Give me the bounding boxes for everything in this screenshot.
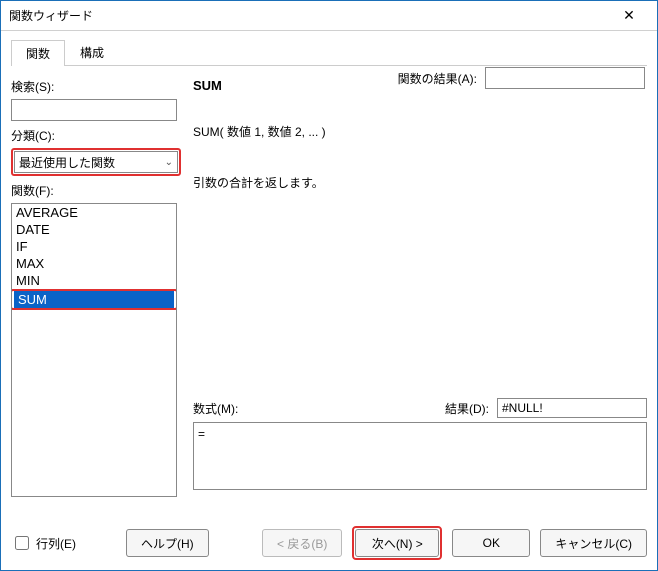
content-area: 関数の結果(A): 関数 構成 検索(S): 分類(C): 最近使用した関数 ⌄… [1, 31, 657, 570]
matrix-label: 行列(E) [36, 535, 76, 552]
chevron-down-icon: ⌄ [165, 157, 173, 168]
list-item-selected[interactable]: SUM [14, 291, 174, 308]
list-item[interactable]: MAX [12, 255, 176, 272]
selection-highlight: SUM [11, 289, 177, 310]
help-button[interactable]: ヘルプ(H) [126, 529, 209, 557]
window-title: 関数ウィザード [9, 7, 609, 24]
list-item[interactable]: AVERAGE [12, 204, 176, 221]
function-wizard-window: 関数ウィザード ✕ 関数の結果(A): 関数 構成 検索(S): 分類(C): … [0, 0, 658, 571]
formula-textarea[interactable]: = [193, 422, 647, 490]
cancel-button[interactable]: キャンセル(C) [540, 529, 647, 557]
formula-label: 数式(M): [193, 400, 238, 417]
category-value: 最近使用した関数 [19, 154, 115, 171]
tab-bar: 関数 構成 [11, 39, 647, 66]
ok-button[interactable]: OK [452, 529, 530, 557]
category-dropdown[interactable]: 最近使用した関数 ⌄ [14, 151, 178, 173]
function-list[interactable]: AVERAGE DATE IF MAX MIN SUM [11, 203, 177, 497]
search-input[interactable] [11, 99, 177, 121]
close-icon[interactable]: ✕ [609, 7, 649, 24]
next-button[interactable]: 次へ(N) > [355, 529, 439, 557]
result-field[interactable] [497, 398, 647, 418]
main-area: 検索(S): 分類(C): 最近使用した関数 ⌄ 関数(F): AVERAGE … [11, 72, 647, 514]
left-panel: 検索(S): 分類(C): 最近使用した関数 ⌄ 関数(F): AVERAGE … [11, 72, 179, 514]
formula-result-row: 数式(M): 結果(D): [193, 398, 647, 418]
search-label: 検索(S): [11, 78, 179, 95]
titlebar: 関数ウィザード ✕ [1, 1, 657, 31]
back-button: < 戻る(B) [262, 529, 342, 557]
list-item[interactable]: MIN [12, 272, 176, 289]
matrix-checkbox[interactable] [15, 536, 29, 550]
list-item[interactable]: DATE [12, 221, 176, 238]
function-name: SUM [193, 78, 647, 93]
function-syntax: SUM( 数値 1, 数値 2, ... ) [193, 123, 647, 140]
category-label: 分類(C): [11, 127, 179, 144]
next-highlight: 次へ(N) > [352, 526, 442, 560]
tab-functions[interactable]: 関数 [11, 40, 65, 66]
result-label: 結果(D): [445, 400, 489, 417]
tab-structure[interactable]: 構成 [65, 39, 119, 65]
button-bar: 行列(E) ヘルプ(H) < 戻る(B) 次へ(N) > OK キャンセル(C) [11, 526, 647, 560]
function-description: 引数の合計を返します。 [193, 174, 647, 191]
matrix-checkbox-wrap[interactable]: 行列(E) [11, 533, 76, 553]
list-item[interactable]: IF [12, 238, 176, 255]
right-panel: SUM SUM( 数値 1, 数値 2, ... ) 引数の合計を返します。 数… [193, 72, 647, 514]
function-list-label: 関数(F): [11, 182, 179, 199]
category-highlight: 最近使用した関数 ⌄ [11, 148, 181, 176]
